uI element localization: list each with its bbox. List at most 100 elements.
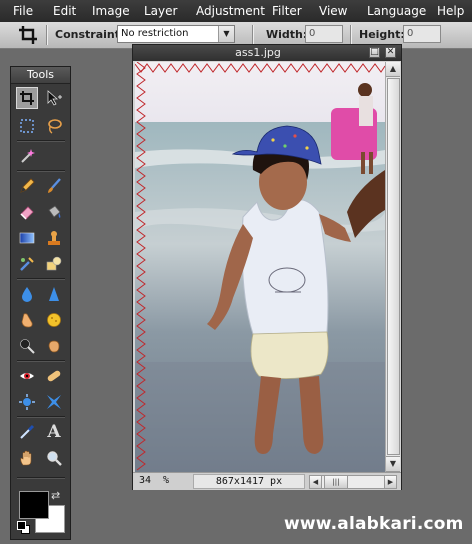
- image-window: ass1.jpg □ ✕ ▲ ▼ 34 % 867x1417 px ◀ ||| …: [132, 44, 402, 490]
- drop-icon: [22, 287, 32, 302]
- pinch-icon: [47, 395, 61, 409]
- chevron-down-icon[interactable]: ▼: [218, 26, 234, 42]
- height-label: Height:: [359, 28, 405, 41]
- menu-edit[interactable]: Edit: [53, 4, 76, 18]
- menu-filter[interactable]: Filter: [272, 4, 302, 18]
- scroll-thumb[interactable]: [387, 78, 400, 455]
- menu-view[interactable]: View: [319, 4, 347, 18]
- image-window-titlebar[interactable]: ass1.jpg □ ✕: [133, 45, 401, 61]
- drawing-tool[interactable]: [43, 253, 65, 275]
- sponge-tool[interactable]: [43, 309, 65, 331]
- hand-icon: [20, 450, 32, 466]
- eye-icon: [20, 373, 34, 379]
- lasso-tool[interactable]: [43, 115, 65, 137]
- bloat-tool[interactable]: [16, 391, 38, 413]
- type-tool[interactable]: A: [43, 421, 65, 443]
- move-tool[interactable]: [43, 87, 65, 109]
- menu-layer[interactable]: Layer: [144, 4, 177, 18]
- color-picker-tool[interactable]: [16, 421, 38, 443]
- divider: [46, 25, 48, 45]
- red-eye-tool[interactable]: [16, 365, 38, 387]
- magic-wand-tool[interactable]: [16, 145, 38, 167]
- blur-tool[interactable]: [16, 283, 38, 305]
- bloat-icon: [19, 394, 35, 410]
- image-dimensions: 867x1417 px: [193, 474, 305, 489]
- divider: [17, 416, 65, 418]
- move-icon: [47, 90, 62, 106]
- eraser-tool[interactable]: [16, 201, 38, 223]
- pencil-icon: [20, 178, 35, 193]
- divider: [17, 278, 65, 280]
- height-input[interactable]: 0: [403, 25, 441, 43]
- close-button[interactable]: ✕: [385, 47, 396, 58]
- scroll-thumb-horizontal[interactable]: |||: [324, 476, 348, 488]
- lasso-icon: [48, 119, 62, 134]
- swap-colors-icon[interactable]: ⇄: [51, 489, 60, 502]
- pinch-tool[interactable]: [43, 391, 65, 413]
- constraint-label: Constraint:: [55, 28, 125, 41]
- shape-icon: [46, 256, 62, 271]
- menu-image[interactable]: Image: [92, 4, 130, 18]
- marquee-icon: [20, 119, 34, 133]
- image-statusbar: 34 % 867x1417 px ◀ ||| ▶: [133, 472, 401, 490]
- color-replace-tool[interactable]: [16, 253, 38, 275]
- foreground-color-swatch[interactable]: [19, 491, 49, 519]
- clone-stamp-tool[interactable]: [43, 227, 65, 249]
- pencil-tool[interactable]: [16, 175, 38, 197]
- bandage-icon: [47, 370, 61, 382]
- crop-icon: [20, 91, 34, 105]
- width-label: Width:: [266, 28, 308, 41]
- default-colors-icon-front[interactable]: [17, 521, 26, 530]
- tools-panel: Tools A ⇄: [10, 66, 71, 540]
- image-canvas[interactable]: [135, 62, 385, 472]
- burn-hand-icon: [48, 340, 60, 353]
- crop-tool[interactable]: [16, 87, 38, 109]
- eraser-icon: [20, 206, 34, 220]
- menu-language[interactable]: Language: [367, 4, 426, 18]
- constraint-select[interactable]: No restriction ▼: [117, 25, 235, 43]
- tools-panel-title: Tools: [11, 67, 70, 84]
- finger-icon: [21, 313, 33, 328]
- marquee-tool[interactable]: [16, 115, 38, 137]
- scroll-up-icon[interactable]: ▲: [386, 62, 400, 77]
- gradient-tool[interactable]: [16, 227, 38, 249]
- zoom-input[interactable]: 34: [139, 475, 151, 486]
- divider: [252, 25, 254, 45]
- photo: [135, 62, 385, 472]
- divider: [17, 170, 65, 172]
- scroll-left-icon[interactable]: ◀: [310, 476, 322, 488]
- brush-tool[interactable]: [43, 175, 65, 197]
- divider: [350, 25, 352, 45]
- brush-icon: [48, 178, 61, 193]
- crop-icon: [18, 25, 40, 45]
- scroll-down-icon[interactable]: ▼: [386, 456, 400, 472]
- smudge-tool[interactable]: [16, 309, 38, 331]
- burn-tool[interactable]: [43, 335, 65, 357]
- menu-adjustment[interactable]: Adjustment: [196, 4, 265, 18]
- width-input[interactable]: 0: [305, 25, 343, 43]
- paint-bucket-icon: [48, 205, 61, 218]
- dodge-icon: [20, 339, 35, 354]
- vertical-scrollbar[interactable]: ▲ ▼: [385, 62, 400, 472]
- maximize-button[interactable]: □: [369, 47, 380, 58]
- spot-heal-tool[interactable]: [43, 365, 65, 387]
- sponge-icon: [47, 313, 61, 327]
- color-replace-icon: [20, 257, 34, 271]
- zoom-unit: %: [163, 475, 170, 486]
- menu-help[interactable]: Help: [437, 4, 464, 18]
- constraint-value: No restriction: [121, 28, 189, 39]
- paint-bucket-tool[interactable]: [43, 201, 65, 223]
- sharpen-icon: [49, 287, 59, 301]
- clone-stamp-icon: [48, 231, 60, 245]
- watermark-text: www.alabkari.com: [284, 514, 464, 534]
- zoom-tool[interactable]: [43, 447, 65, 469]
- sharpen-tool[interactable]: [43, 283, 65, 305]
- gradient-icon: [19, 232, 35, 244]
- eyedropper-icon: [20, 424, 35, 439]
- magic-wand-icon: [21, 149, 35, 163]
- horizontal-scrollbar[interactable]: ◀ ||| ▶: [309, 475, 397, 489]
- menu-file[interactable]: File: [13, 4, 33, 18]
- hand-tool[interactable]: [16, 447, 38, 469]
- scroll-right-icon[interactable]: ▶: [384, 476, 397, 488]
- dodge-tool[interactable]: [16, 335, 38, 357]
